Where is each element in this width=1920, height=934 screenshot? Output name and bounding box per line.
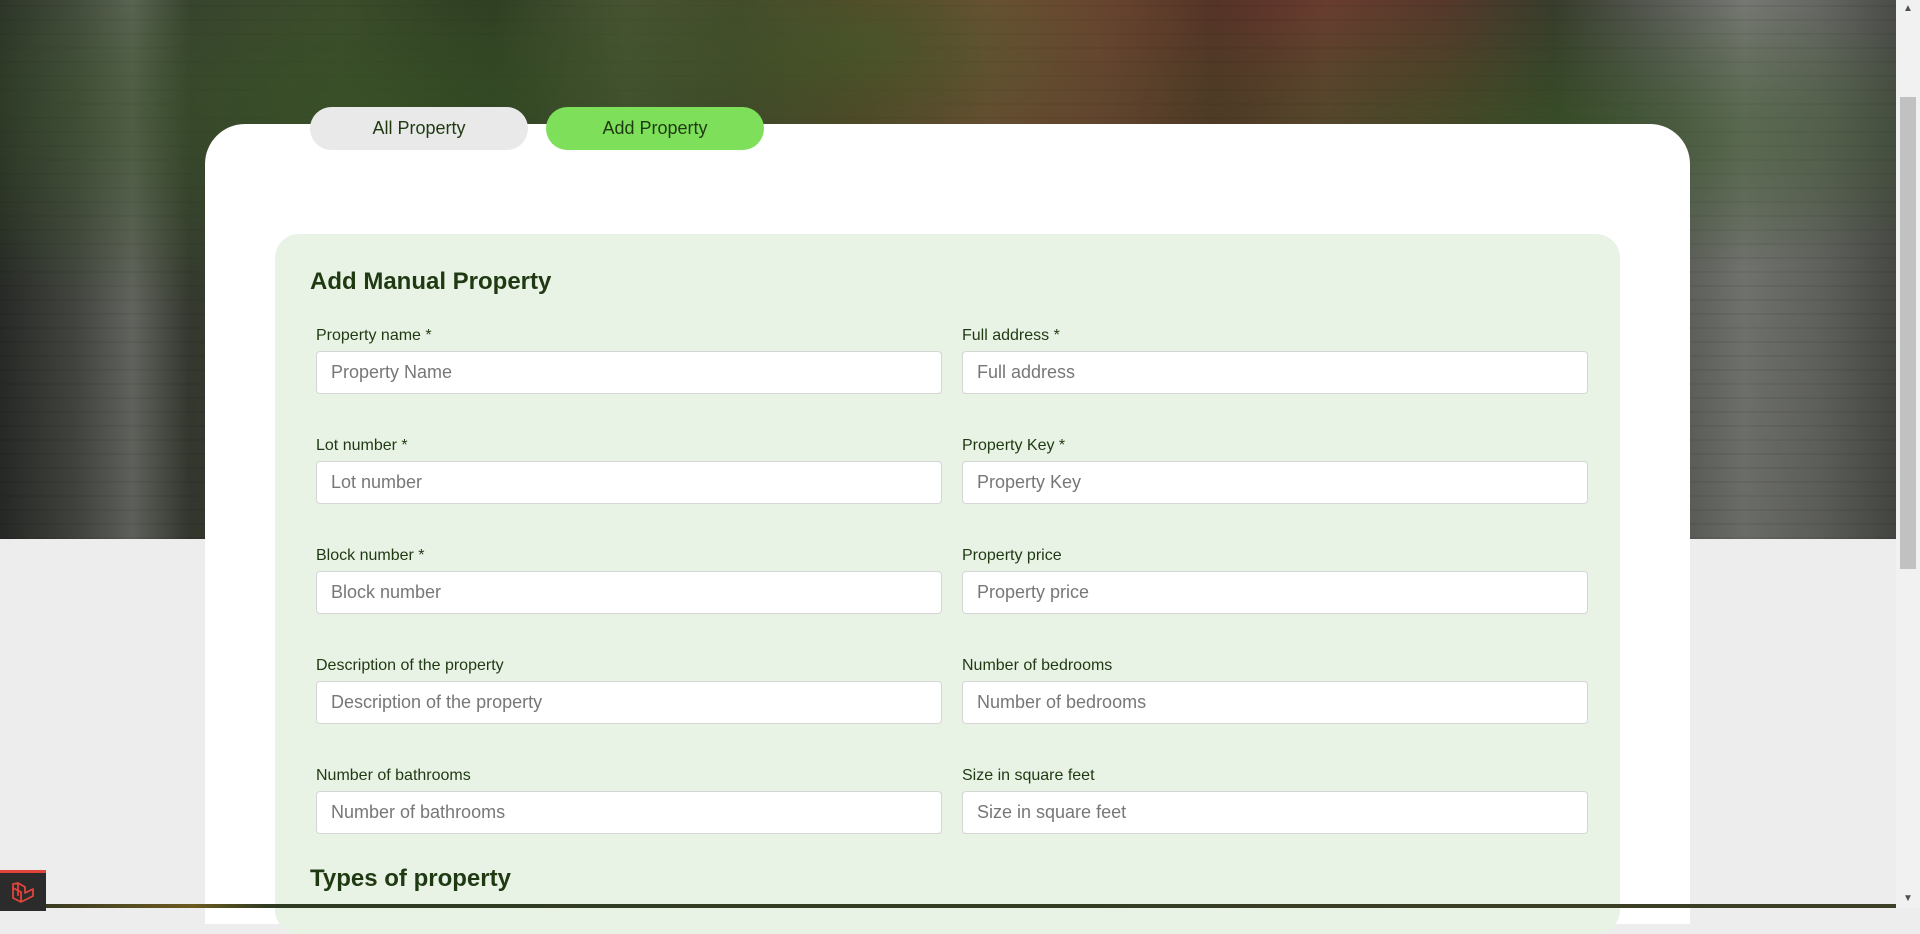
lot-number-field: Lot number * [316, 435, 942, 504]
description-input[interactable] [316, 681, 942, 724]
property-price-field: Property price [962, 545, 1588, 614]
full-address-label: Full address * [962, 327, 1060, 344]
property-key-field: Property Key * [962, 435, 1588, 504]
bathrooms-field: Number of bathrooms [316, 765, 942, 834]
block-number-input[interactable] [316, 571, 942, 614]
tab-add-property[interactable]: Add Property [546, 107, 764, 150]
size-sqft-input[interactable] [962, 791, 1588, 834]
description-label: Description of the property [316, 657, 504, 674]
bedrooms-input[interactable] [962, 681, 1588, 724]
property-price-input[interactable] [962, 571, 1588, 614]
property-name-input[interactable] [316, 351, 942, 394]
bedrooms-field: Number of bedrooms [962, 655, 1588, 724]
bedrooms-label: Number of bedrooms [962, 657, 1113, 674]
form-title: Add Manual Property [310, 268, 552, 295]
property-name-label: Property name * [316, 327, 432, 344]
lot-number-input[interactable] [316, 461, 942, 504]
lot-number-label: Lot number * [316, 437, 408, 454]
chevron-down-icon[interactable]: ▼ [1896, 890, 1920, 908]
bathrooms-input[interactable] [316, 791, 942, 834]
property-tabs: All Property Add Property [310, 107, 764, 150]
property-key-label: Property Key * [962, 437, 1066, 454]
description-field: Description of the property [316, 655, 942, 724]
property-price-label: Property price [962, 547, 1062, 564]
types-of-property-title: Types of property [310, 865, 511, 892]
laravel-logo-icon [12, 882, 34, 903]
size-sqft-field: Size in square feet [962, 765, 1588, 834]
chevron-up-icon[interactable]: ▲ [1896, 0, 1920, 18]
laravel-debugbar-badge[interactable] [0, 870, 46, 911]
block-number-label: Block number * [316, 547, 425, 564]
tab-all-property[interactable]: All Property [310, 107, 528, 150]
scrollbar-thumb[interactable] [1900, 97, 1916, 569]
size-sqft-label: Size in square feet [962, 767, 1095, 784]
property-key-input[interactable] [962, 461, 1588, 504]
full-address-field: Full address * [962, 325, 1588, 394]
full-address-input[interactable] [962, 351, 1588, 394]
property-name-field: Property name * [316, 325, 942, 394]
vertical-scrollbar[interactable]: ▲ ▼ [1896, 0, 1920, 908]
block-number-field: Block number * [316, 545, 942, 614]
bottom-image-strip [46, 904, 1896, 908]
bathrooms-label: Number of bathrooms [316, 767, 471, 784]
